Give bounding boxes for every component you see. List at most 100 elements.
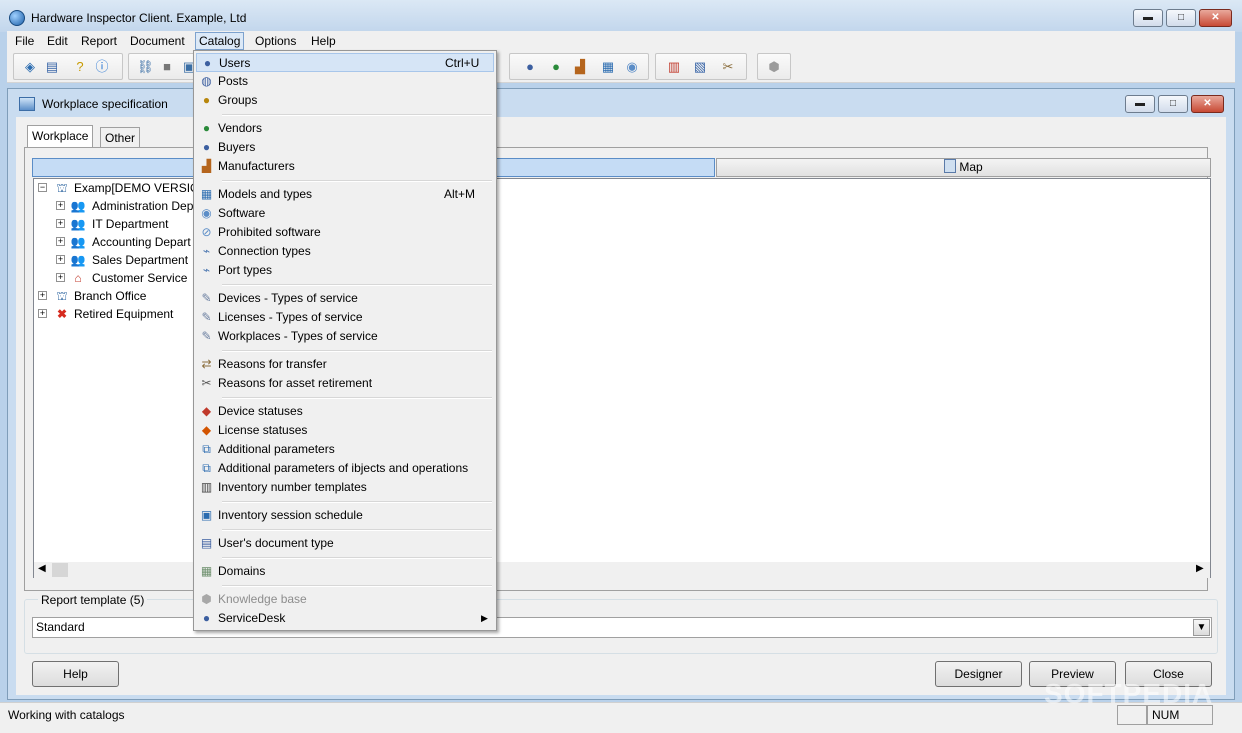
close-button[interactable]: ✕ [1199, 9, 1232, 27]
expand-icon[interactable]: + [38, 309, 47, 318]
help-question-icon[interactable]: ? [72, 59, 88, 75]
menu-item-devices-service[interactable]: ✎ Devices - Types of service [196, 289, 494, 308]
collapse-icon[interactable]: − [38, 183, 47, 192]
scroll-left-icon[interactable]: ◀ [38, 563, 46, 574]
info-icon[interactable]: ⓘ [94, 59, 110, 75]
menu-report[interactable]: Report [78, 33, 120, 49]
device-icon[interactable]: ■ [159, 59, 175, 75]
help-button[interactable]: Help [32, 661, 119, 687]
workplace-specification-window: Workplace specification ▬ □ ✕ Workplace … [7, 88, 1235, 700]
menu-file[interactable]: File [12, 33, 37, 49]
red-cross-icon: ✖ [56, 307, 68, 321]
menu-item-label: Vendors [218, 121, 263, 135]
knowledge-icon: ⬢ [201, 592, 212, 606]
child-maximize-button[interactable]: □ [1158, 95, 1188, 113]
menu-item-buyers[interactable]: ● Buyers [196, 138, 494, 157]
chevron-down-icon[interactable]: ▼ [1193, 619, 1210, 636]
menu-item-label: Reasons for asset retirement [218, 376, 373, 390]
menu-item-label: Knowledge base [218, 592, 307, 606]
window-title: Hardware Inspector Client. Example, Ltd [31, 11, 247, 25]
license-service-icon: ✎ [201, 310, 212, 324]
house-icon: ⌂ [74, 271, 82, 285]
group-icon: 👥 [70, 217, 86, 231]
expand-icon[interactable]: + [38, 291, 47, 300]
menu-separator [222, 284, 492, 286]
menu-item-software[interactable]: ◉ Software [196, 204, 494, 223]
menu-item-licenses-service[interactable]: ✎ Licenses - Types of service [196, 308, 494, 327]
menu-item-inventory-session-schedule[interactable]: ▣ Inventory session schedule [196, 506, 494, 525]
report-preview-icon[interactable]: ▧ [692, 59, 708, 75]
menu-catalog[interactable]: Catalog [195, 32, 245, 50]
expand-icon[interactable]: + [56, 255, 65, 264]
menu-item-workplaces-service[interactable]: ✎ Workplaces - Types of service [196, 327, 494, 346]
menu-item-connection-types[interactable]: ⌁ Connection types [196, 242, 494, 261]
factory-icon[interactable]: ▟ [572, 59, 588, 75]
menu-help[interactable]: Help [308, 33, 339, 49]
menu-item-additional-parameters-objects[interactable]: ⧉ Additional parameters of ibjects and o… [196, 459, 494, 478]
expand-icon[interactable]: + [56, 237, 65, 246]
menu-item-users-document-type[interactable]: ▤ User's document type [196, 534, 494, 553]
expand-icon[interactable]: + [56, 219, 65, 228]
watermark-text: SOFTPEDIA [1044, 678, 1214, 709]
menu-edit[interactable]: Edit [44, 33, 71, 49]
menu-item-reasons-transfer[interactable]: ⇄ Reasons for transfer [196, 355, 494, 374]
menu-item-label: Port types [218, 263, 273, 277]
scroll-right-icon[interactable]: ▶ [1196, 563, 1204, 574]
menu-item-device-statuses[interactable]: ◆ Device statuses [196, 402, 494, 421]
menu-item-domains[interactable]: ▦ Domains [196, 562, 494, 581]
menu-item-label: Groups [218, 93, 258, 107]
workplace-service-icon: ✎ [201, 329, 212, 343]
menu-item-port-types[interactable]: ⌁ Port types [196, 261, 494, 280]
tab-workplace[interactable]: Workplace [27, 125, 94, 148]
tab-other[interactable]: Other [100, 127, 141, 148]
designer-button[interactable]: Designer [935, 661, 1022, 687]
group-icon: ● [202, 93, 211, 107]
menu-item-groups[interactable]: ● Groups [196, 91, 494, 110]
maximize-button[interactable]: □ [1166, 9, 1196, 27]
user-icon[interactable]: ● [522, 59, 538, 75]
connection-icon: ⌁ [202, 244, 211, 258]
child-close-button[interactable]: ✕ [1191, 95, 1224, 113]
network-icon[interactable]: ⛓ [137, 59, 154, 75]
report-icon[interactable]: ▥ [666, 59, 682, 75]
menu-document[interactable]: Document [127, 33, 188, 49]
menu-separator [222, 397, 492, 399]
menu-item-prohibited-software[interactable]: ⊘ Prohibited software [196, 223, 494, 242]
expand-icon[interactable]: + [56, 273, 65, 282]
map-button[interactable]: Map [716, 158, 1211, 177]
menu-options[interactable]: Options [252, 33, 299, 49]
menu-item-users[interactable]: ● Users Ctrl+U [196, 53, 494, 72]
menu-item-servicedesk[interactable]: ● ServiceDesk ▶ [196, 609, 494, 628]
retirement-icon: ✂ [201, 376, 212, 390]
software-icon[interactable]: ◉ [624, 59, 640, 75]
tree-node-label: Sales Department [92, 253, 189, 267]
title-bar[interactable]: Hardware Inspector Client. Example, Ltd … [0, 0, 1242, 32]
models-icon[interactable]: ▦ [600, 59, 616, 75]
child-window-title: Workplace specification [42, 97, 168, 111]
tools-icon[interactable]: ✂ [720, 59, 736, 75]
menu-item-models-and-types[interactable]: ▦ Models and types Alt+M [196, 185, 494, 204]
menu-item-reasons-retirement[interactable]: ✂ Reasons for asset retirement [196, 374, 494, 393]
menu-item-additional-parameters[interactable]: ⧉ Additional parameters [196, 440, 494, 459]
menu-separator [222, 585, 492, 587]
menu-item-manufacturers[interactable]: ▟ Manufacturers [196, 157, 494, 176]
menu-item-inventory-number-templates[interactable]: ▥ Inventory number templates [196, 478, 494, 497]
toolbar-group-stop: ⬢ [757, 53, 791, 80]
menu-item-label: Buyers [218, 140, 256, 154]
vendor-icon[interactable]: ● [548, 59, 564, 75]
expand-icon[interactable]: + [56, 201, 65, 210]
menu-item-label: User's document type [218, 536, 334, 550]
menu-item-label: Workplaces - Types of service [218, 329, 378, 343]
servicedesk-icon: ● [202, 611, 211, 625]
scroll-thumb[interactable] [52, 563, 68, 577]
child-minimize-button[interactable]: ▬ [1125, 95, 1155, 113]
menu-item-posts[interactable]: ◍ Posts [196, 72, 494, 91]
stop-icon[interactable]: ⬢ [766, 59, 782, 75]
preview-document-icon[interactable]: ▤ [44, 59, 60, 75]
menu-item-license-statuses[interactable]: ◆ License statuses [196, 421, 494, 440]
new-document-icon[interactable]: ◈ [22, 59, 38, 75]
software-icon: ◉ [201, 206, 212, 220]
minimize-button[interactable]: ▬ [1133, 9, 1163, 27]
models-icon: ▦ [200, 187, 213, 201]
menu-item-vendors[interactable]: ● Vendors [196, 119, 494, 138]
